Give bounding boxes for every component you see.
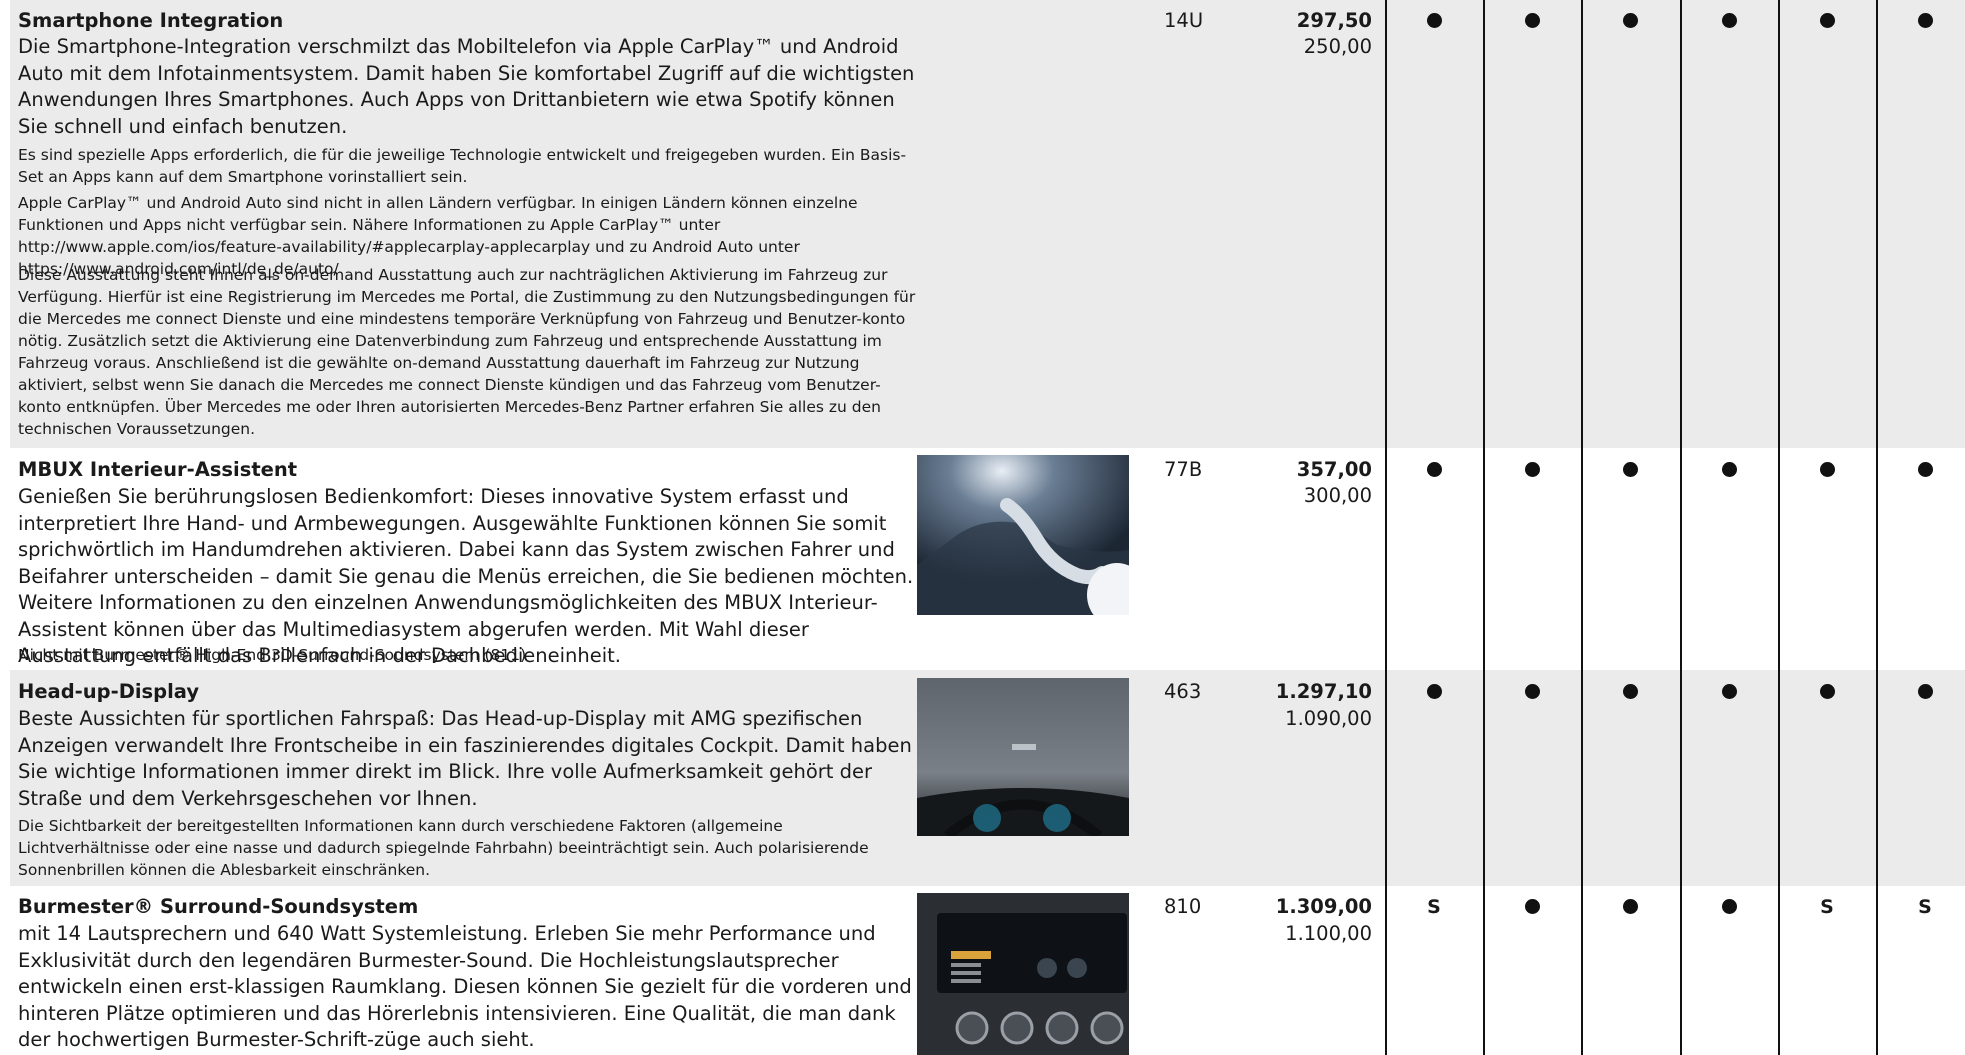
availability-mark bbox=[1812, 457, 1842, 483]
availability-mark bbox=[1714, 8, 1744, 34]
availability-mark bbox=[1419, 679, 1449, 705]
availability-mark: S bbox=[1820, 896, 1834, 918]
column-divider bbox=[1483, 0, 1485, 1055]
option-note: Nicht mit Burmester® High-End 3D-Surroun… bbox=[18, 646, 527, 664]
price-net: 1.090,00 bbox=[1285, 707, 1372, 730]
availability-mark bbox=[1419, 457, 1449, 483]
column-divider bbox=[1385, 0, 1387, 1055]
option-title: MBUX Interieur-Assistent bbox=[18, 458, 298, 481]
availability-mark bbox=[1714, 894, 1744, 920]
head-up-display-photo bbox=[917, 678, 1129, 836]
price-net: 250,00 bbox=[1303, 35, 1372, 58]
availability-mark bbox=[1615, 679, 1645, 705]
price-gross: 357,00 bbox=[1296, 458, 1372, 481]
option-row-burmester-surround-soundsystem: Burmester® Surround-Soundsystem mit 14 L… bbox=[10, 886, 1965, 1055]
option-row-smartphone-integration: Smartphone Integration Die Smartphone-In… bbox=[10, 0, 1965, 448]
availability-mark: S bbox=[1427, 896, 1441, 918]
availability-mark bbox=[1812, 8, 1842, 34]
option-title: Burmester® Surround-Soundsystem bbox=[18, 895, 419, 918]
column-divider bbox=[1680, 0, 1682, 1055]
option-note: Die Sichtbarkeit der bereitgestellten In… bbox=[18, 817, 869, 879]
mbux-assistant-photo bbox=[917, 455, 1129, 615]
availability-mark: S bbox=[1918, 896, 1932, 918]
price-gross: 1.297,10 bbox=[1275, 680, 1372, 703]
option-description: Die Smartphone-Integration verschmilzt d… bbox=[18, 35, 915, 138]
option-description: mit 14 Lautsprechern und 640 Watt System… bbox=[18, 922, 912, 1051]
burmester-soundsystem-photo bbox=[917, 893, 1129, 1055]
availability-mark bbox=[1615, 8, 1645, 34]
availability-mark bbox=[1910, 457, 1940, 483]
availability-mark bbox=[1517, 679, 1547, 705]
availability-mark bbox=[1714, 457, 1744, 483]
availability-mark bbox=[1615, 457, 1645, 483]
column-divider bbox=[1876, 0, 1878, 1055]
availability-mark bbox=[1615, 894, 1645, 920]
option-description: Beste Aussichten für sportlichen Fahrspa… bbox=[18, 707, 912, 810]
availability-mark bbox=[1910, 679, 1940, 705]
price-gross: 297,50 bbox=[1296, 9, 1372, 32]
column-divider bbox=[1778, 0, 1780, 1055]
availability-mark bbox=[1910, 8, 1940, 34]
column-divider bbox=[1581, 0, 1583, 1055]
option-description: Genießen Sie berührungslosen Bedienkomfo… bbox=[18, 485, 914, 667]
option-row-head-up-display: Head-up-Display Beste Aussichten für spo… bbox=[10, 670, 1965, 886]
option-title: Head-up-Display bbox=[18, 680, 200, 703]
option-note: Es sind spezielle Apps erforderlich, die… bbox=[18, 146, 907, 186]
availability-mark bbox=[1812, 679, 1842, 705]
price-net: 1.100,00 bbox=[1285, 922, 1372, 945]
option-note: Diese Ausstattung steht Ihnen als on-dem… bbox=[18, 266, 916, 438]
availability-mark bbox=[1714, 679, 1744, 705]
option-row-mbux-interieur-assistent: MBUX Interieur-Assistent Genießen Sie be… bbox=[10, 448, 1965, 670]
availability-mark bbox=[1419, 8, 1449, 34]
availability-mark bbox=[1517, 457, 1547, 483]
availability-mark bbox=[1517, 8, 1547, 34]
price-net: 300,00 bbox=[1303, 484, 1372, 507]
price-gross: 1.309,00 bbox=[1275, 895, 1372, 918]
availability-mark bbox=[1517, 894, 1547, 920]
option-title: Smartphone Integration bbox=[18, 9, 284, 32]
